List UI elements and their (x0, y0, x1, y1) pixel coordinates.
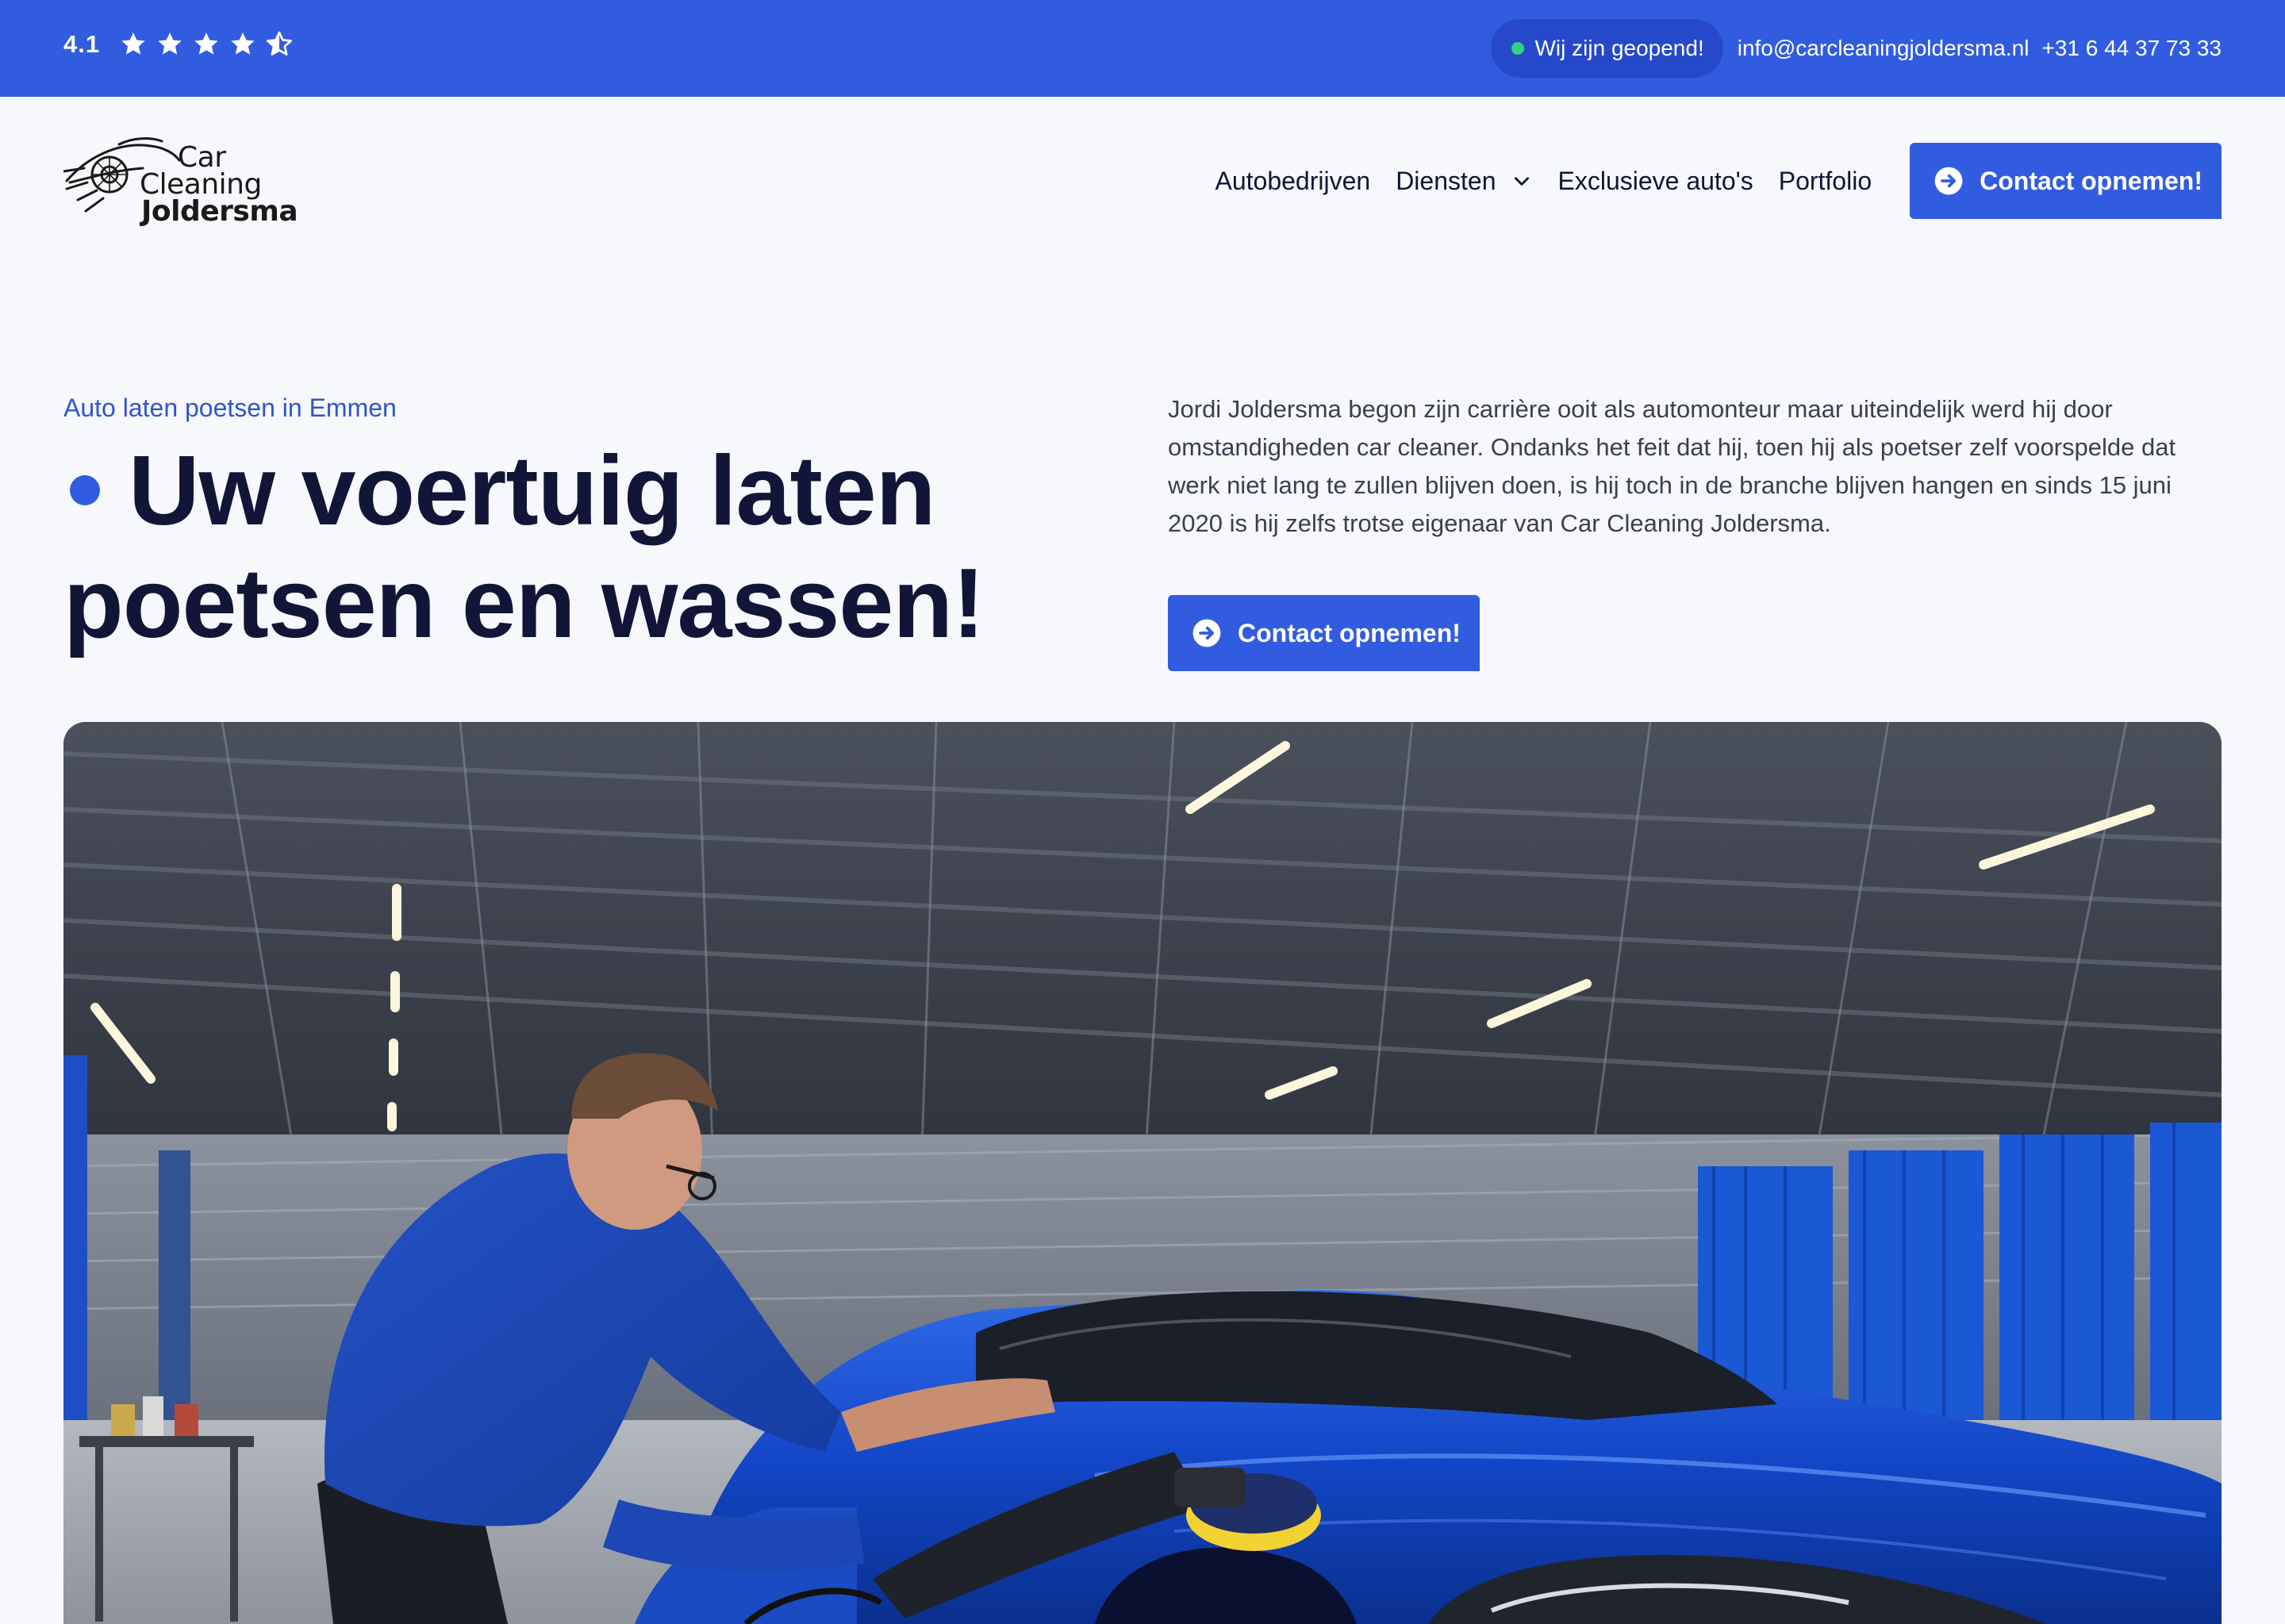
half-star-icon (267, 31, 293, 56)
hero-kicker: Auto laten poetsen in Emmen (63, 394, 397, 422)
nav-item-autobedrijven[interactable]: Autobedrijven (1215, 167, 1371, 196)
open-status-badge: Wij zijn geopend! (1490, 19, 1723, 78)
rating: 4.1 (63, 30, 294, 59)
arrow-right-circle-icon (1192, 619, 1221, 647)
logo-text-line-3: Joldersma (141, 195, 298, 228)
star-icon (121, 33, 145, 55)
hero-title-text: Uw voertuig laten poetsen en wassen! (63, 436, 985, 658)
open-status-text: Wij zijn geopend! (1534, 36, 1704, 60)
hero-contact-button[interactable]: Contact opnemen! (1168, 595, 1480, 671)
nav-contact-button[interactable]: Contact opnemen! (1910, 143, 2222, 219)
main-nav: Autobedrijven Diensten Exclusieve auto's… (1215, 143, 2222, 219)
hero-contact-label: Contact opnemen! (1238, 618, 1461, 647)
nav-item-exclusieve-autos[interactable]: Exclusieve auto's (1557, 167, 1753, 196)
star-icon (158, 33, 182, 55)
nav-item-label: Diensten (1396, 166, 1496, 195)
nav-item-label: Exclusieve auto's (1557, 166, 1753, 195)
phone-link[interactable]: +31 6 44 37 73 33 (2041, 36, 2222, 61)
status-dot-icon (1511, 42, 1524, 55)
car-polishing-illustration (63, 722, 2222, 1624)
logo-text-line-1: Car (178, 141, 226, 174)
chevron-down-icon (1515, 177, 1530, 186)
email-link[interactable]: info@carcleaningjoldersma.nl (1738, 36, 2030, 61)
hero-title: Uw voertuig laten poetsen en wassen! (63, 435, 1111, 660)
nav-item-label: Portfolio (1778, 166, 1872, 195)
star-icon (194, 33, 218, 55)
logo[interactable]: Car Cleaning Joldersma (63, 133, 298, 230)
bullet-dot-icon (70, 475, 100, 505)
nav-item-portfolio[interactable]: Portfolio (1779, 167, 1872, 196)
nav-item-diensten[interactable]: Diensten (1396, 167, 1532, 196)
logo-text-line-2: Cleaning (140, 168, 262, 201)
top-bar: 4.1 Wij zijn geopend! info@carcleaningjo… (0, 0, 2285, 97)
nav-item-label: Autobedrijven (1215, 166, 1371, 195)
hero-photo (63, 722, 2222, 1624)
hero-description: Jordi Joldersma begon zijn carrière ooit… (1168, 395, 2176, 537)
contact-info: Wij zijn geopend! info@carcleaningjolder… (1490, 19, 2222, 78)
rating-value: 4.1 (63, 30, 101, 58)
nav-contact-label: Contact opnemen! (1980, 166, 2202, 195)
arrow-right-circle-icon (1934, 167, 1963, 195)
star-icon (231, 33, 255, 55)
